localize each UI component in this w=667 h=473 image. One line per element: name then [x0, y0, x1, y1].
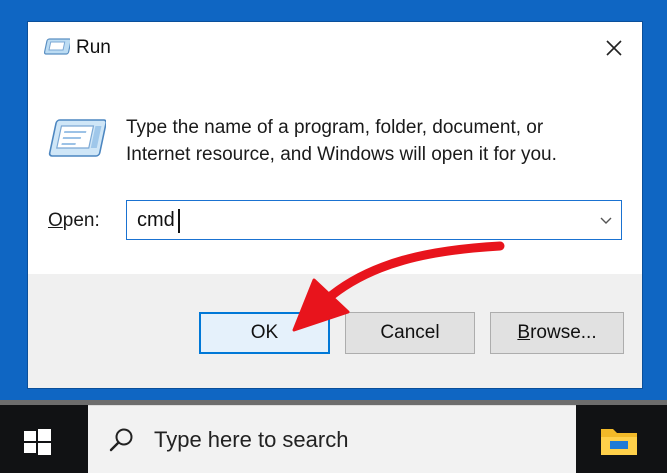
run-icon	[48, 114, 107, 167]
open-label-access-key: O	[48, 210, 63, 231]
chevron-down-icon[interactable]	[599, 213, 613, 227]
close-button[interactable]	[594, 30, 634, 66]
description-line-1: Type the name of a program, folder, docu…	[126, 117, 544, 138]
browse-button[interactable]: Browse...	[490, 312, 624, 354]
browse-label: rowse...	[530, 322, 597, 343]
open-input[interactable]	[137, 207, 577, 233]
dialog-description: Type the name of a program, folder, docu…	[126, 114, 616, 168]
text-caret	[178, 209, 180, 233]
windows-logo-icon[interactable]	[20, 425, 54, 459]
title-bar: Run	[28, 22, 642, 74]
search-placeholder: Type here to search	[154, 427, 349, 452]
search-icon	[109, 428, 133, 452]
file-explorer-icon[interactable]	[598, 420, 640, 460]
taskbar-search-box[interactable]: Type here to search	[88, 405, 576, 473]
browse-access-key: B	[517, 322, 531, 343]
run-dialog: Run Type the name of a program, folder, …	[28, 22, 642, 388]
open-label: Open:	[48, 210, 100, 232]
open-combobox[interactable]	[126, 200, 622, 240]
open-label-text: pen:	[62, 210, 100, 231]
ok-button[interactable]: OK	[199, 312, 330, 354]
description-line-2: Internet resource, and Windows will open…	[126, 144, 557, 165]
cancel-button[interactable]: Cancel	[345, 312, 475, 354]
run-icon	[43, 36, 72, 61]
window-title: Run	[76, 37, 111, 58]
close-icon	[606, 40, 622, 56]
